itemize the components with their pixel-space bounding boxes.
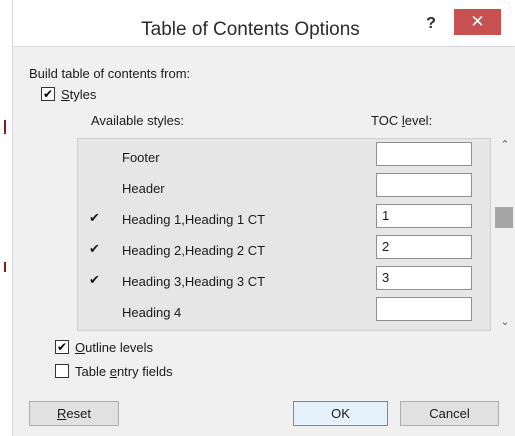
scroll-up-icon[interactable]: ⌃ bbox=[498, 138, 512, 152]
build-from-label: Build table of contents from: bbox=[29, 66, 191, 81]
style-name: Footer bbox=[122, 150, 160, 165]
toc-options-dialog: Table of Contents Options ? ✕ Build tabl… bbox=[12, 0, 515, 436]
reset-button[interactable]: Reset bbox=[29, 401, 119, 426]
outline-levels-label[interactable]: Outline levels bbox=[75, 340, 153, 355]
style-row-heading-4: Heading 4 bbox=[78, 297, 490, 328]
title-bar[interactable]: Table of Contents Options ? ✕ bbox=[13, 0, 515, 46]
toc-level-input[interactable] bbox=[376, 142, 472, 166]
dialog-body: Build table of contents from: ✔ Styles A… bbox=[13, 46, 515, 436]
table-entry-fields-checkbox[interactable] bbox=[55, 364, 69, 378]
style-name: Heading 3,Heading 3 CT bbox=[122, 274, 266, 289]
background-mark bbox=[4, 262, 6, 272]
table-entry-fields-label[interactable]: Table entry fields bbox=[75, 364, 173, 379]
background-mark bbox=[4, 120, 6, 134]
checkmark-icon: ✔ bbox=[56, 340, 68, 354]
close-icon: ✕ bbox=[470, 12, 485, 32]
toc-level-input[interactable] bbox=[376, 297, 472, 321]
style-row-footer: Footer bbox=[78, 142, 490, 173]
checkmark-icon: ✔ bbox=[42, 87, 54, 101]
checkmark-icon: ✔ bbox=[89, 241, 100, 256]
available-styles-header: Available styles: bbox=[91, 113, 184, 128]
scroll-down-icon[interactable]: ⌄ bbox=[498, 315, 512, 329]
checkmark-icon: ✔ bbox=[89, 210, 100, 225]
available-styles-list[interactable]: Footer Header ✔ Heading 1,Heading 1 CT 1… bbox=[77, 138, 491, 331]
style-name: Heading 4 bbox=[122, 305, 182, 320]
style-row-heading-1: ✔ Heading 1,Heading 1 CT 1 bbox=[78, 204, 490, 235]
toc-level-input[interactable]: 2 bbox=[376, 235, 472, 259]
outline-levels-checkbox[interactable]: ✔ bbox=[55, 340, 69, 354]
background-window-edge bbox=[0, 0, 12, 436]
style-name: Heading 1,Heading 1 CT bbox=[122, 212, 266, 227]
style-row-header: Header bbox=[78, 173, 490, 204]
style-row-heading-3: ✔ Heading 3,Heading 3 CT 3 bbox=[78, 266, 490, 297]
close-button[interactable]: ✕ bbox=[454, 9, 501, 35]
toc-level-header: TOC level: bbox=[371, 113, 433, 128]
toc-level-input[interactable]: 1 bbox=[376, 204, 472, 228]
style-name: Heading 2,Heading 2 CT bbox=[122, 243, 266, 258]
toc-level-input[interactable]: 3 bbox=[376, 266, 472, 290]
style-row-heading-2: ✔ Heading 2,Heading 2 CT 2 bbox=[78, 235, 490, 266]
checkmark-icon: ✔ bbox=[89, 272, 100, 287]
toc-level-input[interactable] bbox=[376, 173, 472, 197]
style-name: Header bbox=[122, 181, 165, 196]
scrollbar-thumb[interactable] bbox=[495, 207, 513, 228]
help-button[interactable]: ? bbox=[417, 12, 445, 36]
styles-checkbox[interactable]: ✔ bbox=[41, 87, 55, 101]
ok-button[interactable]: OK bbox=[293, 401, 388, 426]
styles-checkbox-label[interactable]: Styles bbox=[61, 87, 96, 102]
cancel-button[interactable]: Cancel bbox=[400, 401, 499, 426]
